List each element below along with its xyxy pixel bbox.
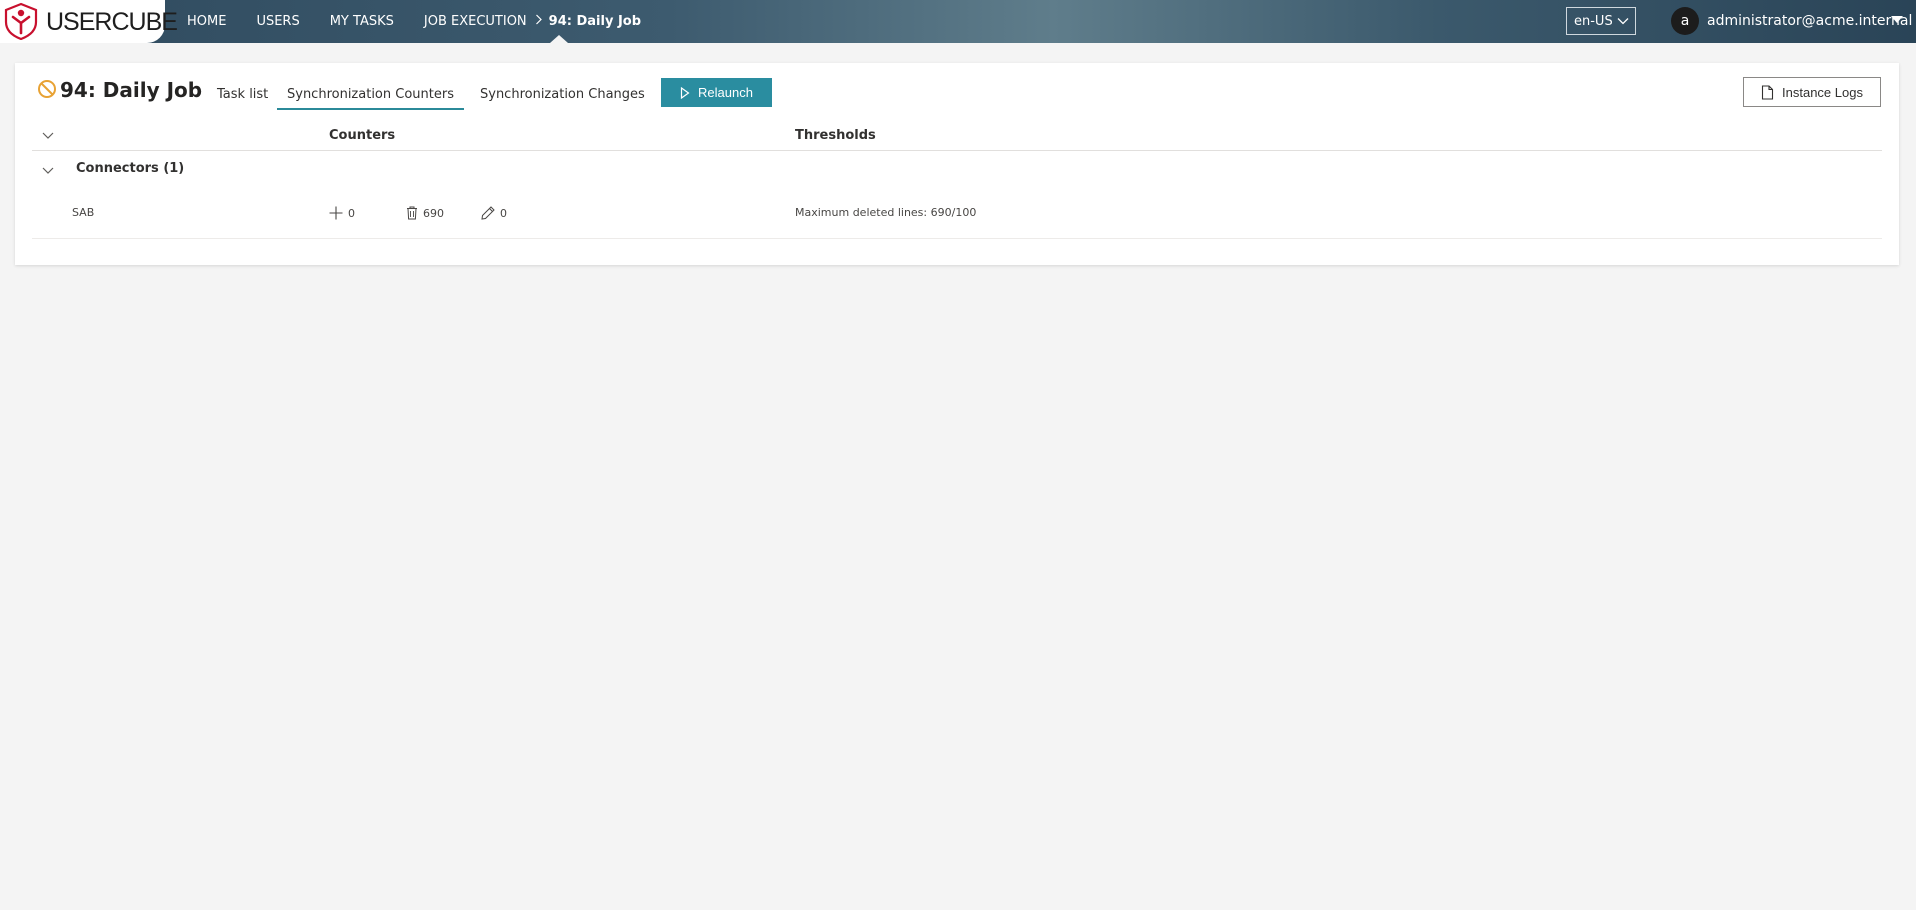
user-menu[interactable]: a administrator@acme.internal [1671,7,1912,35]
blocked-icon [38,80,56,98]
column-header-thresholds: Thresholds [795,128,876,143]
deleted-count: 690 [423,206,444,220]
plus-icon [329,206,343,220]
breadcrumb-current: 94: Daily Job [548,14,642,29]
breadcrumb-separator-icon [535,14,543,29]
modified-counter: 0 [481,206,507,220]
usercube-logo-icon [4,2,38,40]
user-menu-caret-icon[interactable] [1891,16,1903,23]
main-nav: HOME USERS MY TASKS JOB EXECUTION 94: Da… [187,0,641,43]
table-row: SAB 0 690 0 Maximum deleted lines: 690/1… [32,187,1882,239]
job-details-card: 94: Daily Job Task list Synchronization … [15,63,1899,265]
page-title: 94: Daily Job [60,78,203,102]
play-icon [680,86,690,99]
added-count: 0 [348,206,355,220]
table-header: Counters Thresholds [32,121,1882,151]
nav-item-users[interactable]: USERS [256,14,299,29]
nav-item-my-tasks[interactable]: MY TASKS [330,14,394,29]
tab-synchronization-changes[interactable]: Synchronization Changes [470,87,655,108]
logo-text: USERCUBE [46,8,178,36]
tab-synchronization-counters[interactable]: Synchronization Counters [277,87,464,110]
chevron-down-icon [1617,18,1629,25]
active-page-caret [550,35,568,43]
collapse-all-chevron-icon[interactable] [42,131,54,140]
trash-icon [407,206,417,220]
relaunch-button[interactable]: Relaunch [661,78,772,107]
language-value: en-US [1574,13,1613,29]
column-header-counters: Counters [329,128,396,143]
threshold-text: Maximum deleted lines: 690/100 [795,206,977,219]
relaunch-label: Relaunch [698,85,753,100]
tab-task-list[interactable]: Task list [207,87,278,108]
added-counter: 0 [329,206,355,220]
instance-logs-label: Instance Logs [1782,84,1863,100]
connector-name: SAB [72,206,95,219]
nav-item-home[interactable]: HOME [187,14,226,29]
language-select[interactable]: en-US [1566,7,1636,35]
group-collapse-chevron-icon[interactable] [42,166,54,175]
top-navigation-bar: USERCUBE HOME USERS MY TASKS JOB EXECUTI… [0,0,1916,43]
instance-logs-button[interactable]: Instance Logs [1743,77,1881,107]
modified-count: 0 [500,206,507,220]
pencil-icon [481,206,495,220]
group-label: Connectors (1) [76,161,185,176]
group-header-connectors: Connectors (1) [32,155,1882,185]
avatar: a [1671,7,1699,35]
breadcrumb-job-execution[interactable]: JOB EXECUTION [424,14,527,29]
document-icon [1761,84,1774,100]
logo[interactable]: USERCUBE [0,0,178,43]
deleted-counter: 690 [406,206,444,220]
user-email: administrator@acme.internal [1707,13,1913,29]
